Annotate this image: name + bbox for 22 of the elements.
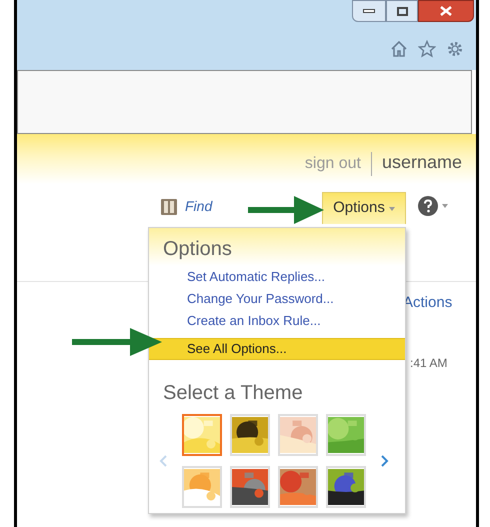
- menu-item[interactable]: See All Options...: [149, 338, 405, 360]
- help-icon[interactable]: [418, 196, 438, 216]
- caret-icon[interactable]: [442, 204, 448, 208]
- close-button[interactable]: [418, 0, 474, 22]
- settings-icon[interactable]: [446, 40, 464, 58]
- menu-item[interactable]: Set Automatic Replies...: [149, 266, 405, 288]
- caret-icon: [388, 206, 395, 210]
- star-icon[interactable]: [418, 40, 436, 58]
- message-time: :41 AM: [410, 355, 448, 372]
- minimize-button[interactable]: [352, 0, 386, 22]
- maximize-button[interactable]: [386, 0, 418, 22]
- menu-item[interactable]: Create an Inbox Rule...: [149, 310, 405, 332]
- menu-title: Options: [163, 237, 233, 262]
- address-book-icon[interactable]: [159, 196, 179, 216]
- close-icon: [440, 6, 452, 16]
- menu-item[interactable]: Change Your Password...: [149, 288, 405, 310]
- username: username: [382, 151, 462, 174]
- theme-thumbnail[interactable]: [182, 414, 222, 456]
- theme-heading: Select a Theme: [162, 381, 304, 406]
- find-someone-link[interactable]: Find: [185, 196, 212, 217]
- home-icon[interactable]: [390, 40, 408, 58]
- options-button[interactable]: Options: [322, 192, 406, 224]
